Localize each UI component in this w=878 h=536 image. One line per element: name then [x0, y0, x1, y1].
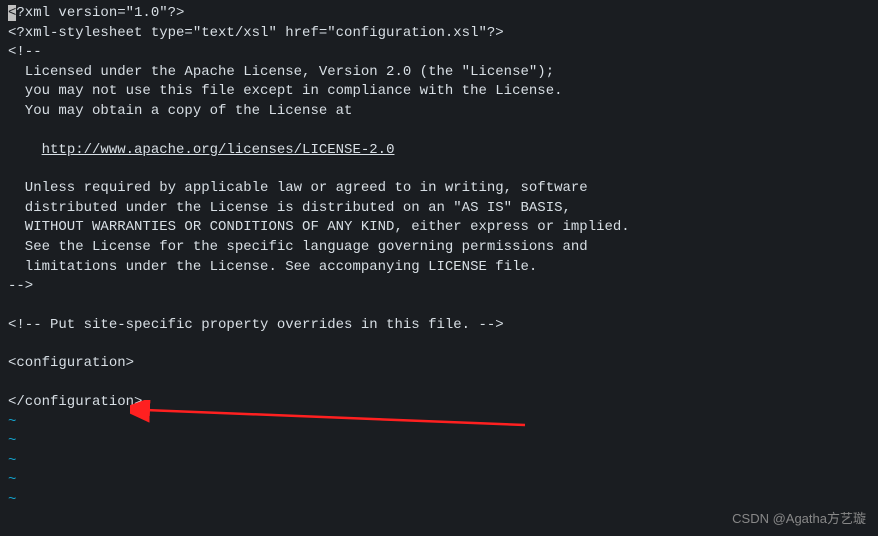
code-line-11: distributed under the License is distrib…: [8, 199, 870, 219]
code-line-16: [8, 297, 870, 316]
empty-line-tilde: ~: [8, 491, 870, 511]
empty-line-tilde: ~: [8, 471, 870, 491]
code-line-14: limitations under the License. See accom…: [8, 258, 870, 278]
code-line-5: you may not use this file except in comp…: [8, 82, 870, 102]
code-line-17: <!-- Put site-specific property override…: [8, 316, 870, 336]
code-line-20: [8, 374, 870, 393]
license-url-link: http://www.apache.org/licenses/LICENSE-2…: [42, 142, 395, 158]
code-line-4: Licensed under the Apache License, Versi…: [8, 63, 870, 83]
code-line-2: <?xml-stylesheet type="text/xsl" href="c…: [8, 24, 870, 44]
editor-content[interactable]: <?xml version="1.0"?> <?xml-stylesheet t…: [8, 4, 870, 510]
code-line-3: <!--: [8, 43, 870, 63]
empty-line-tilde: ~: [8, 413, 870, 433]
code-line-18: [8, 335, 870, 354]
empty-line-tilde: ~: [8, 452, 870, 472]
code-line-19: <configuration>: [8, 354, 870, 374]
code-line-8: http://www.apache.org/licenses/LICENSE-2…: [8, 141, 870, 161]
empty-line-tilde: ~: [8, 432, 870, 452]
code-line-12: WITHOUT WARRANTIES OR CONDITIONS OF ANY …: [8, 218, 870, 238]
code-line-10: Unless required by applicable law or agr…: [8, 179, 870, 199]
watermark-text: CSDN @Agatha方艺璇: [732, 510, 866, 528]
code-line-13: See the License for the specific languag…: [8, 238, 870, 258]
code-line-6: You may obtain a copy of the License at: [8, 102, 870, 122]
code-line-21: </configuration>: [8, 393, 870, 413]
code-line-1: <?xml version="1.0"?>: [8, 4, 870, 24]
code-line-9: [8, 160, 870, 179]
code-line-7: [8, 122, 870, 141]
code-line-15: -->: [8, 277, 870, 297]
